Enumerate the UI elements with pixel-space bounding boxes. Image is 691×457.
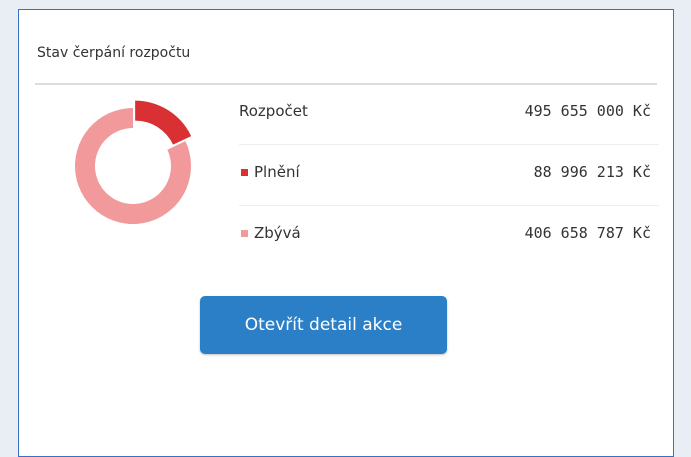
donut-slice-plnění [135,100,192,145]
row-label-zbyva: Zbývá [254,224,301,242]
budget-donut-chart [75,100,192,224]
row-label-rozpocet: Rozpočet [239,102,308,120]
budget-row-rozpocet: Rozpočet 495 655 000 Kč [239,84,659,145]
row-value-rozpocet: 495 655 000 Kč [524,102,651,120]
zbyva-legend-marker [241,229,248,237]
row-label-plneni: Plnění [254,163,300,181]
plneni-legend-marker [241,168,248,176]
row-value-zbyva: 406 658 787 Kč [524,224,651,242]
panel-title: Stav čerpání rozpočtu [37,45,191,61]
open-detail-button[interactable]: Otevřít detail akce [200,296,447,354]
budget-row-zbyva: Zbývá 406 658 787 Kč [239,206,659,266]
budget-row-plneni: Plnění 88 996 213 Kč [239,145,659,206]
budget-panel: Stav čerpání rozpočtu Rozpočet 495 655 0… [18,9,674,457]
row-value-plneni: 88 996 213 Kč [533,163,651,181]
